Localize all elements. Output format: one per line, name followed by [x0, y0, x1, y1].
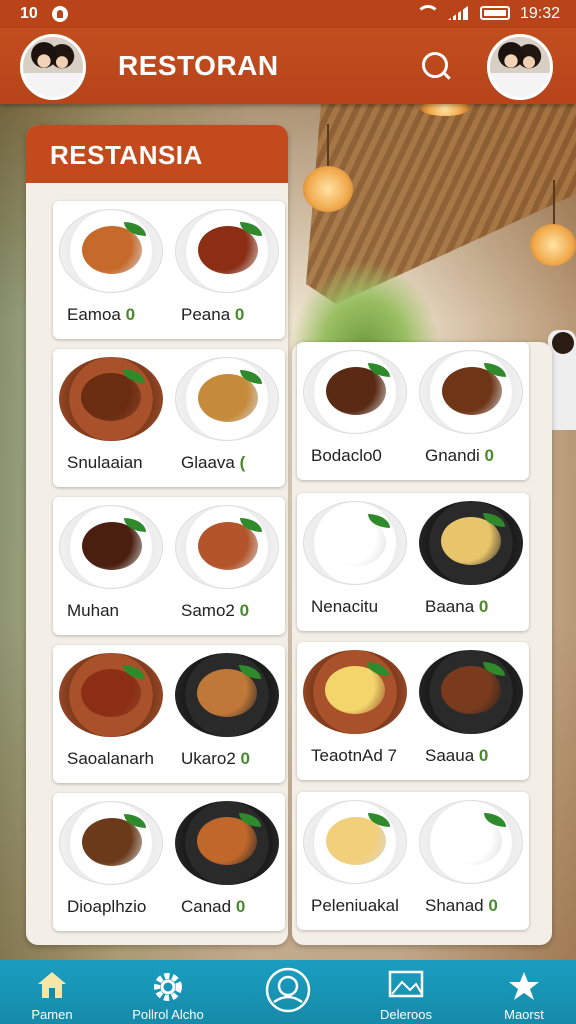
menu-item-badge: 0: [474, 597, 489, 616]
menu-item-label: Shanad 0: [425, 896, 498, 915]
dish-image: [59, 357, 163, 441]
menu-card[interactable]: Dioaplhzio Canad 0: [53, 793, 285, 931]
status-left-text: 10: [20, 5, 38, 22]
dish-image: [175, 357, 279, 441]
lamp-cord: [553, 180, 555, 226]
dish-image: [59, 505, 163, 589]
menu-item-label: Snulaaian: [67, 453, 143, 472]
menu-item-label: Dioaplhzio: [67, 897, 147, 916]
menu-item-badge: 0: [483, 896, 498, 915]
menu-item-label: Ukaro2 0: [181, 749, 250, 768]
menu-card[interactable]: Snulaaian Glaava (: [53, 349, 285, 487]
nav-label: Maorst: [504, 1007, 544, 1022]
menu-item-badge: 0: [234, 601, 250, 620]
dish-image: [175, 801, 279, 885]
menu-item-label: Saoalanarh: [67, 749, 154, 768]
nav-label: Deleroos: [379, 1007, 433, 1022]
status-time: 19:32: [519, 5, 560, 22]
menu-item-label: Eamoa 0: [67, 305, 136, 324]
nav-item-maorst[interactable]: Maorst: [472, 960, 576, 1024]
dish-image: [303, 501, 407, 585]
nav-item-support[interactable]: [238, 960, 338, 1024]
battery-icon: [480, 6, 510, 20]
menu-item-badge: 0: [231, 897, 246, 916]
menu-item-label: Baana 0: [425, 597, 489, 616]
dish-image: [175, 653, 279, 737]
nav-item-pamen[interactable]: Pamen: [0, 960, 104, 1024]
dish-image: [59, 801, 163, 885]
menu-item-badge: 0: [479, 446, 495, 465]
nav-label: Pamen: [31, 1007, 73, 1022]
dish-image: [59, 653, 163, 737]
menu-item-label: Glaava (: [181, 453, 246, 472]
menu-card[interactable]: Saoalanarh Ukaro2 0: [53, 645, 285, 783]
pendant-lamp: [303, 166, 353, 212]
lamp-cord: [327, 124, 329, 168]
menu-card[interactable]: Peleniuakal Shanad 0: [297, 792, 529, 930]
menu-card[interactable]: Muhan Samo2 0: [53, 497, 285, 635]
menu-item-label: TeaotnAd 7: [311, 746, 398, 765]
dish-image: [419, 800, 523, 884]
menu-item-label: Peana 0: [181, 305, 245, 324]
dish-image: [419, 501, 523, 585]
dish-image: [303, 800, 407, 884]
menu-item-badge: 0: [474, 746, 489, 765]
pendant-lamp: [530, 224, 576, 266]
menu-item-label: Canad 0: [181, 897, 246, 916]
support-icon: [264, 966, 312, 1019]
panel-title: RESTANSIA: [50, 140, 203, 170]
menu-item-badge: 0: [120, 305, 136, 324]
search-button[interactable]: [420, 50, 452, 82]
app-title: RESTORAN: [118, 50, 279, 81]
menu-item-badge: 0: [230, 305, 245, 324]
dish-image: [303, 650, 407, 734]
dish-image: [59, 209, 163, 293]
nav-item-pollrol-alcho[interactable]: Pollrol Alcho: [116, 960, 220, 1024]
dish-image: [175, 209, 279, 293]
profile-avatar[interactable]: [20, 34, 86, 100]
menu-item-badge: (: [234, 453, 246, 472]
wifi-icon: [416, 5, 440, 22]
menu-item-label: Saaua 0: [425, 746, 489, 765]
status-bar: 10 19:32: [0, 0, 576, 28]
nav-item-deleroos[interactable]: Deleroos: [354, 960, 458, 1024]
menu-card[interactable]: Nenacitu Baana 0: [297, 493, 529, 631]
star-icon: [507, 970, 541, 1007]
menu-item-label: Samo2 0: [181, 601, 250, 620]
dish-image: [419, 650, 523, 734]
menu-card[interactable]: TeaotnAd 7 Saaua 0: [297, 642, 529, 780]
image-icon: [388, 970, 424, 1005]
waiter-head: [552, 332, 574, 354]
menu-item-label: Peleniuakal: [311, 896, 399, 915]
home-icon: [36, 970, 68, 1005]
user-avatar[interactable]: [487, 34, 553, 100]
menu-card[interactable]: Bodaclo0 Gnandi 0: [297, 342, 529, 480]
menu-item-label: Muhan: [67, 601, 119, 620]
menu-item-label: Bodaclo0: [311, 446, 382, 465]
dish-image: [175, 505, 279, 589]
menu-item-label: Gnandi 0: [425, 446, 495, 465]
menu-item-label: Nenacitu: [311, 597, 379, 616]
menu-card[interactable]: Eamoa 0 Peana 0: [53, 201, 285, 339]
menu-item-badge: 0: [235, 749, 250, 768]
palm-leaves: [290, 260, 440, 350]
dish-image: [419, 350, 523, 434]
signal-icon: [448, 6, 468, 20]
gear-icon: [151, 970, 185, 1009]
nav-label: Pollrol Alcho: [132, 1007, 204, 1022]
dish-image: [303, 350, 407, 434]
location-icon: [52, 6, 68, 22]
